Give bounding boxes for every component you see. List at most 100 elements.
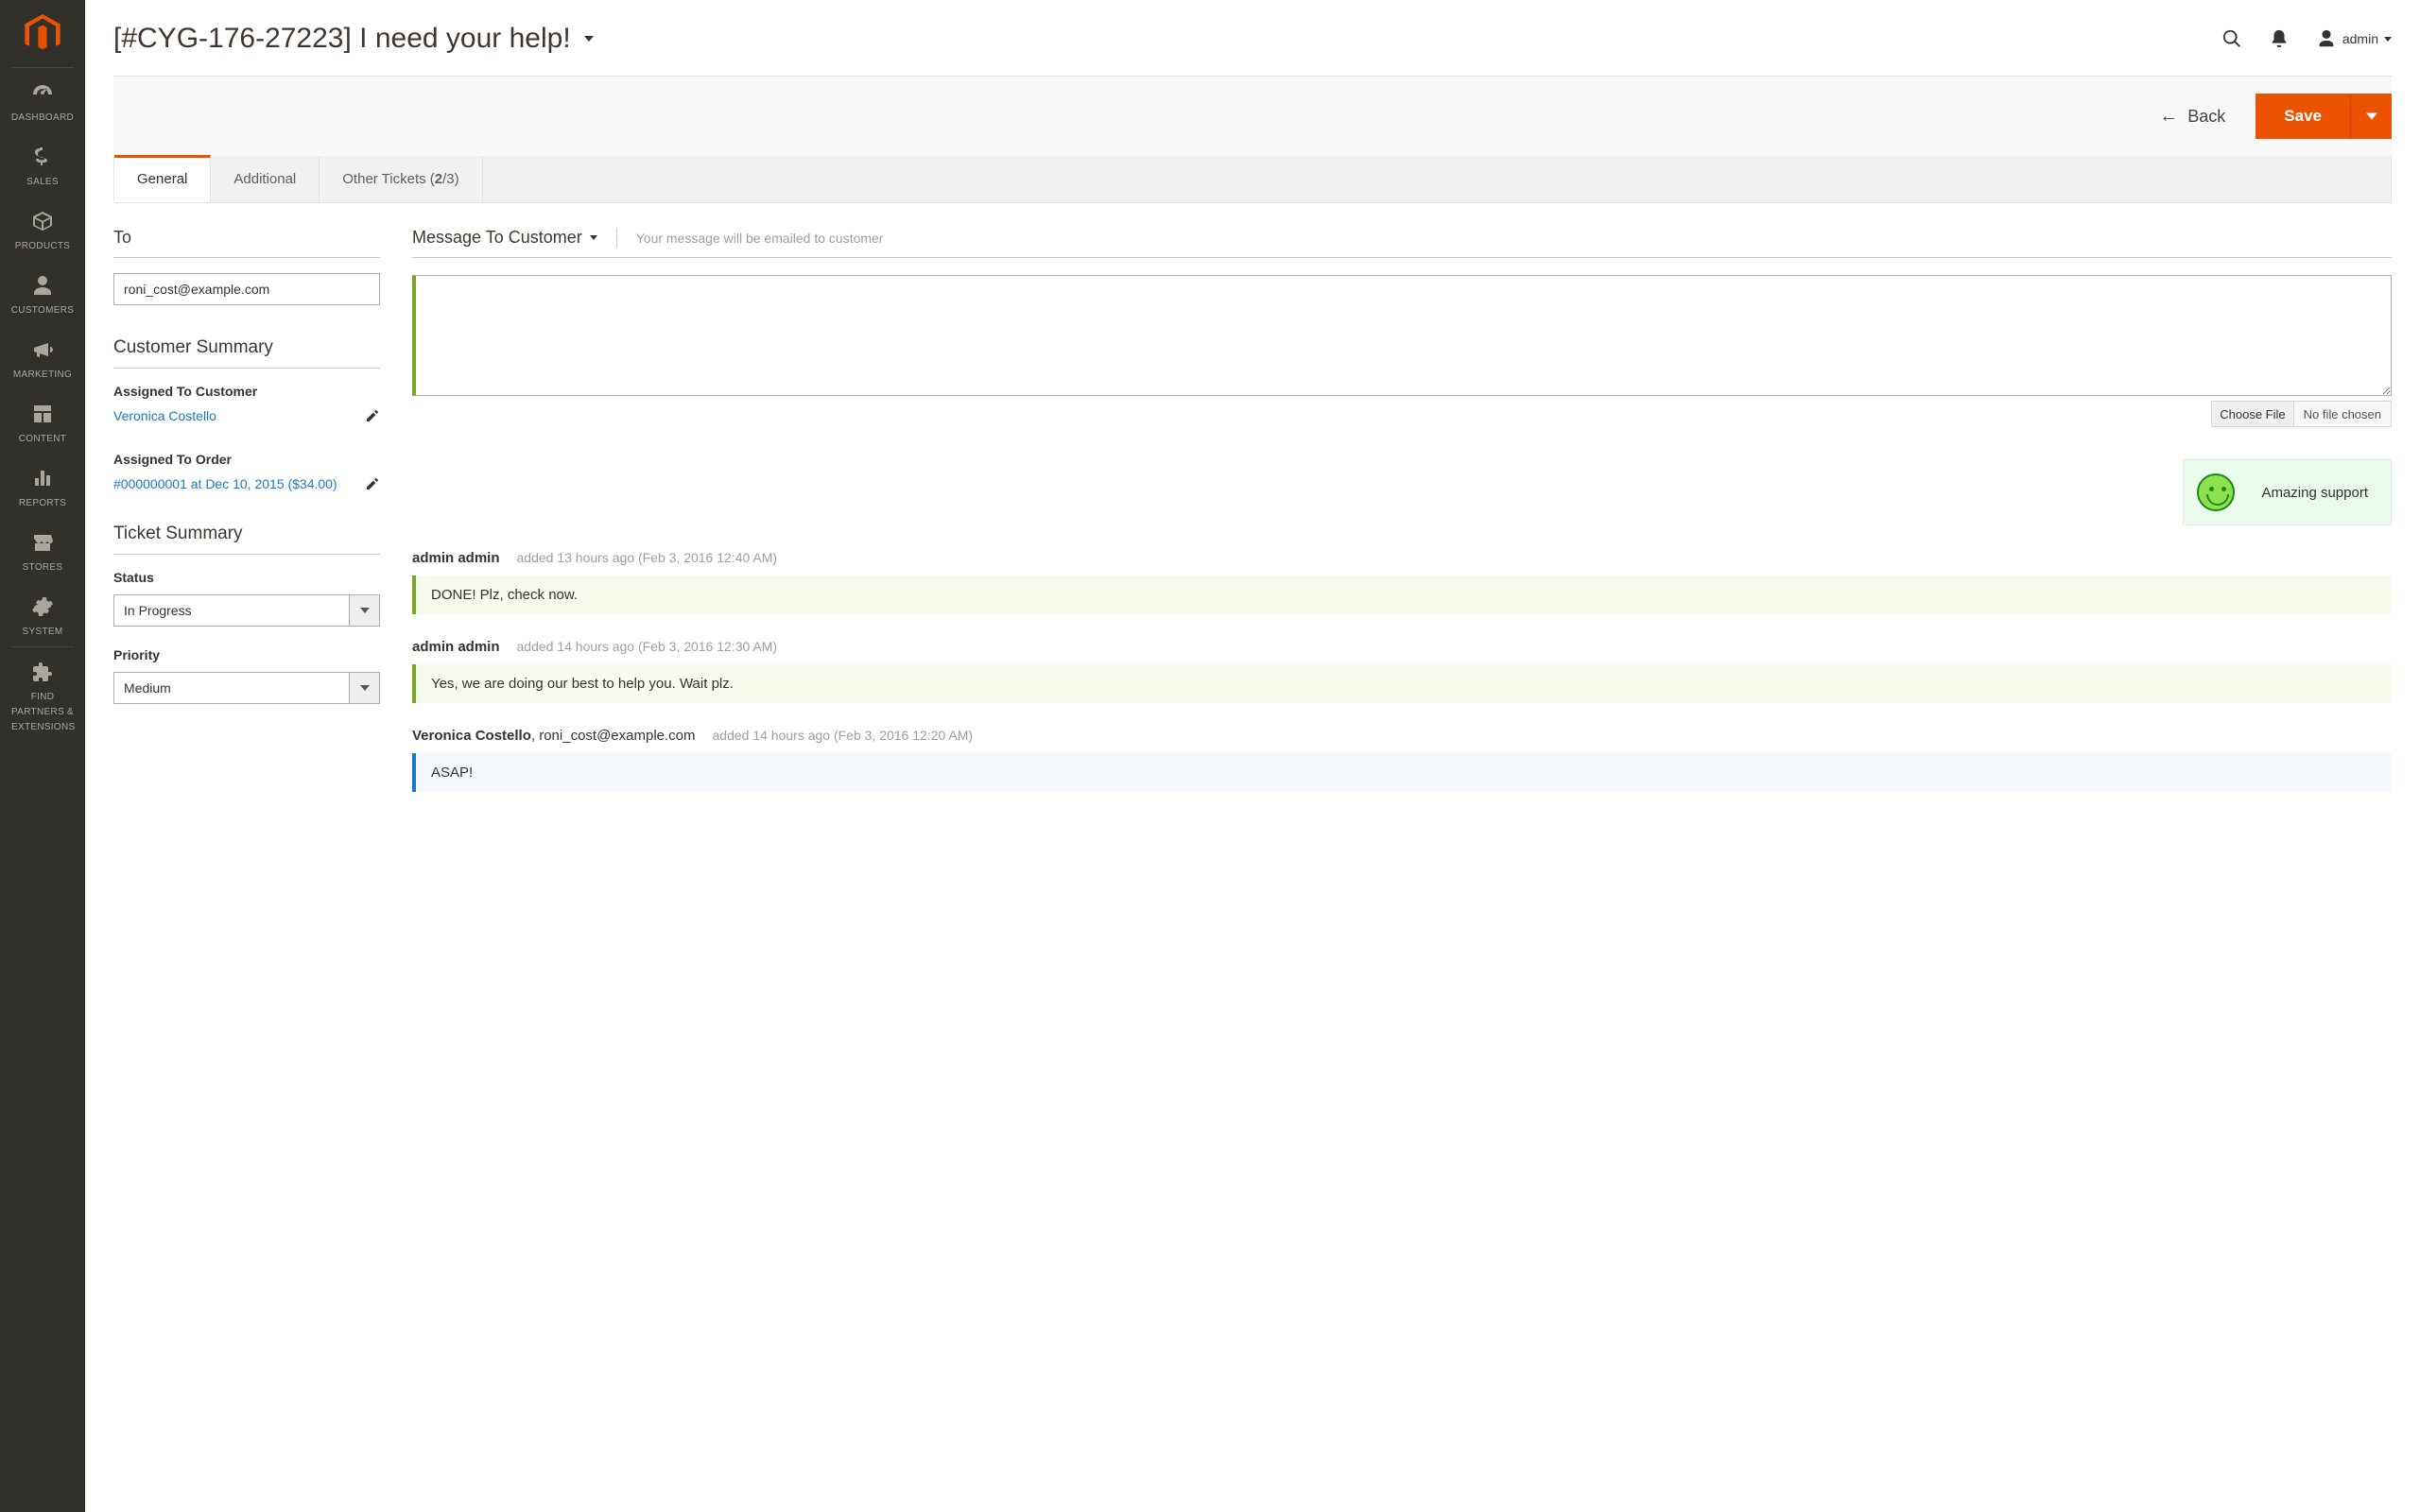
nav-reports[interactable]: REPORTS (0, 454, 85, 518)
message-type-dropdown[interactable]: Message To Customer (412, 228, 617, 248)
rating-text: Amazing support (2261, 485, 2368, 501)
action-toolbar: ← Back Save (113, 76, 2392, 156)
status-select[interactable]: In Progress (113, 594, 380, 627)
chevron-down-icon (590, 235, 597, 240)
nav-stores[interactable]: STORES (0, 518, 85, 582)
box-icon (29, 210, 56, 232)
tabs: General Additional Other Tickets (2/3) (113, 156, 2392, 203)
nav-content[interactable]: CONTENT (0, 389, 85, 454)
rating-card: Amazing support (2183, 459, 2392, 525)
message-body: ASAP! (412, 753, 2392, 792)
nav-marketing[interactable]: MARKETING (0, 325, 85, 389)
status-value: In Progress (114, 595, 349, 626)
nav-customers[interactable]: CUSTOMERS (0, 261, 85, 325)
right-panel: Message To Customer Your message will be… (412, 228, 2392, 792)
message-item: Veronica Costello, roni_cost@example.com… (412, 728, 2392, 792)
nav-label: DASHBOARD (11, 112, 74, 123)
nav-label: MARKETING (13, 369, 72, 380)
message-meta: admin admin added 14 hours ago (Feb 3, 2… (412, 639, 2392, 655)
content: To Customer Summary Assigned To Customer… (113, 228, 2392, 792)
nav-dashboard[interactable]: DASHBOARD (0, 68, 85, 132)
back-button[interactable]: ← Back (2155, 106, 2229, 128)
pencil-icon[interactable] (365, 476, 380, 491)
assigned-customer-link[interactable]: Veronica Costello (113, 408, 216, 423)
nav-system[interactable]: SYSTEM (0, 582, 85, 646)
save-dropdown-button[interactable] (2350, 94, 2392, 139)
file-chooser[interactable]: Choose File No file chosen (2211, 401, 2392, 427)
gear-icon (29, 595, 56, 618)
choose-file-button[interactable]: Choose File (2212, 402, 2293, 426)
nav-label: PRODUCTS (15, 241, 71, 251)
logo[interactable] (11, 0, 74, 68)
nav-label: CONTENT (19, 434, 66, 444)
bell-icon[interactable] (2269, 28, 2290, 49)
file-chosen-text: No file chosen (2294, 407, 2391, 421)
save-button-group: Save (2256, 94, 2392, 139)
ticket-summary-heading: Ticket Summary (113, 524, 380, 555)
tab-other-tickets[interactable]: Other Tickets (2/3) (320, 156, 482, 202)
nav-label: STORES (23, 562, 63, 573)
tab-additional[interactable]: Additional (211, 156, 320, 202)
admin-sidebar: DASHBOARD SALES PRODUCTS CUSTOMERS MARKE… (0, 0, 85, 1512)
chevron-down-icon (349, 595, 379, 626)
message-body: Yes, we are doing our best to help you. … (412, 664, 2392, 703)
nav-label: SYSTEM (23, 627, 63, 637)
storefront-icon (29, 531, 56, 554)
tab-general[interactable]: General (114, 155, 211, 202)
assigned-order-row: #000000001 at Dec 10, 2015 ($34.00) (113, 476, 380, 491)
smiley-icon (2197, 473, 2235, 511)
left-panel: To Customer Summary Assigned To Customer… (113, 228, 380, 792)
message-body: DONE! Plz, check now. (412, 576, 2392, 614)
priority-value: Medium (114, 673, 349, 703)
nav-label: FIND PARTNERS & EXTENSIONS (11, 692, 75, 732)
message-meta: Veronica Costello, roni_cost@example.com… (412, 728, 2392, 744)
layout-icon (29, 403, 56, 425)
pencil-icon[interactable] (365, 408, 380, 423)
page-header: [#CYG-176-27223] I need your help! admin (85, 0, 2420, 62)
priority-select[interactable]: Medium (113, 672, 380, 704)
chevron-down-icon (349, 673, 379, 703)
message-textarea[interactable] (412, 275, 2392, 396)
page-title-wrap: [#CYG-176-27223] I need your help! (113, 23, 594, 55)
file-row: Choose File No file chosen (412, 401, 2392, 427)
user-menu[interactable]: admin (2316, 28, 2392, 49)
tab-other-suffix: /3) (442, 171, 459, 187)
message-author: Veronica Costello, roni_cost@example.com (412, 728, 696, 744)
message-hint: Your message will be emailed to customer (617, 231, 884, 246)
assigned-customer-row: Veronica Costello (113, 408, 380, 423)
message-author: admin admin (412, 639, 500, 655)
to-input[interactable] (113, 273, 380, 305)
author-name: Veronica Costello (412, 728, 531, 744)
title-dropdown-caret[interactable] (584, 36, 594, 42)
chevron-down-icon (2384, 37, 2392, 42)
nav-products[interactable]: PRODUCTS (0, 197, 85, 261)
bars-icon (29, 467, 56, 490)
to-heading: To (113, 228, 380, 258)
assigned-order-label: Assigned To Order (113, 452, 380, 467)
assigned-order-link[interactable]: #000000001 at Dec 10, 2015 ($34.00) (113, 476, 337, 491)
dollar-icon (29, 146, 56, 168)
person-icon (29, 274, 56, 297)
user-name: admin (2342, 31, 2378, 46)
message-author: admin admin (412, 550, 500, 566)
nav-partners[interactable]: FIND PARTNERS & EXTENSIONS (11, 646, 74, 742)
message-item: admin admin added 13 hours ago (Feb 3, 2… (412, 550, 2392, 614)
puzzle-icon (29, 661, 56, 683)
arrow-left-icon: ← (2159, 106, 2178, 128)
message-time: added 14 hours ago (Feb 3, 2016 12:30 AM… (517, 639, 778, 654)
message-item: admin admin added 14 hours ago (Feb 3, 2… (412, 639, 2392, 703)
nav-sales[interactable]: SALES (0, 132, 85, 197)
main: [#CYG-176-27223] I need your help! admin… (85, 0, 2420, 792)
message-head: Message To Customer Your message will be… (412, 228, 2392, 258)
nav-label: SALES (26, 177, 59, 187)
assigned-customer-label: Assigned To Customer (113, 384, 380, 399)
search-icon[interactable] (2221, 28, 2242, 49)
author-email: , roni_cost@example.com (531, 728, 696, 744)
page-title: [#CYG-176-27223] I need your help! (113, 23, 571, 55)
header-actions: admin (2221, 28, 2392, 49)
nav-label: REPORTS (19, 498, 66, 508)
customer-summary-heading: Customer Summary (113, 337, 380, 369)
save-button[interactable]: Save (2256, 94, 2350, 139)
nav-label: CUSTOMERS (11, 305, 74, 316)
status-label: Status (113, 570, 380, 585)
